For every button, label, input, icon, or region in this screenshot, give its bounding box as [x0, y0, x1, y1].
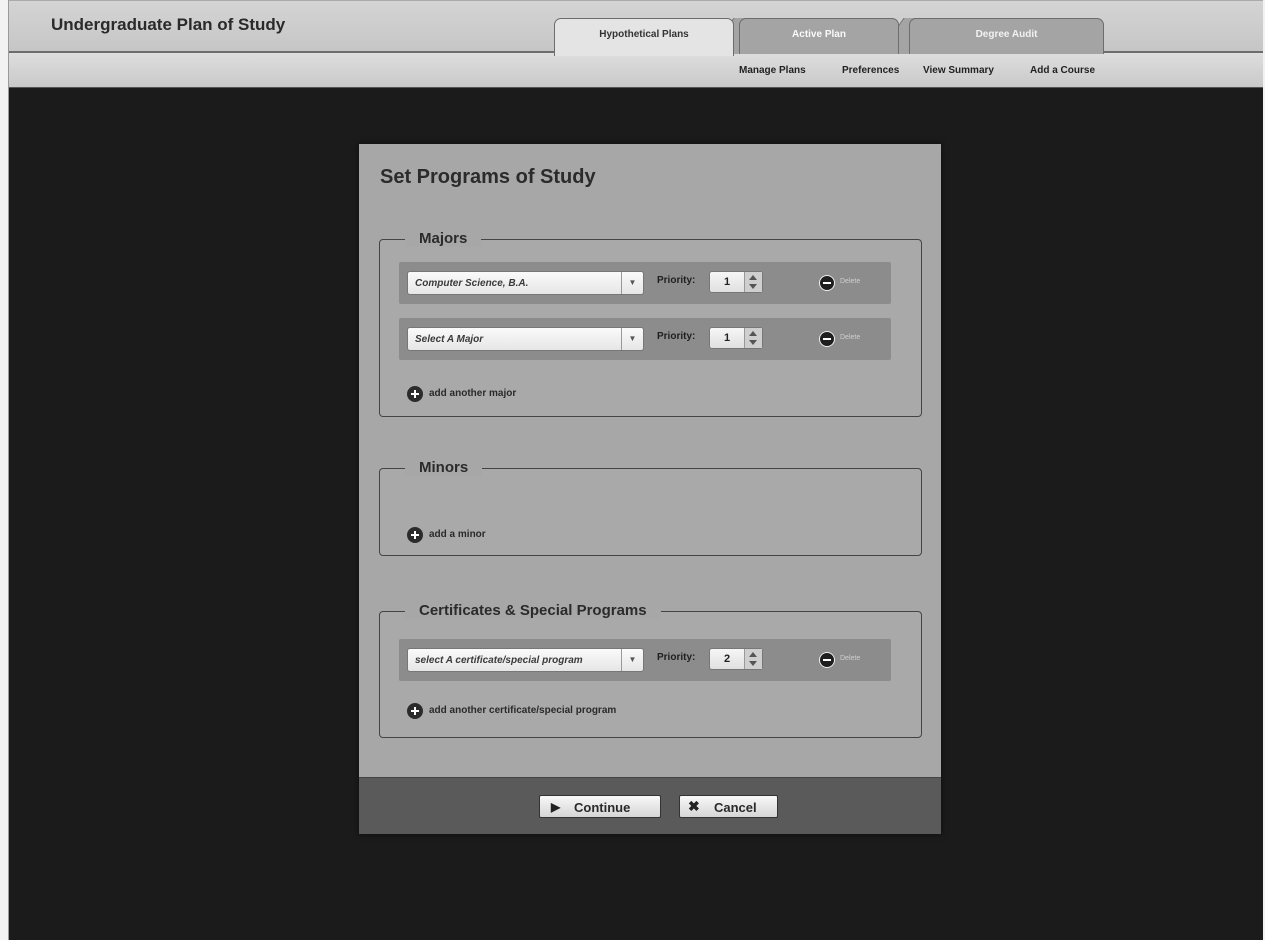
minus-circle-icon	[819, 331, 835, 347]
plus-circle-icon	[407, 703, 423, 719]
priority-value: 2	[723, 653, 731, 665]
priority-label: Priority:	[657, 275, 696, 286]
app-title: Undergraduate Plan of Study	[51, 15, 286, 34]
select-value: Computer Science, B.A.	[415, 278, 529, 289]
stepper-arrows-icon[interactable]	[744, 649, 762, 669]
stepper-arrows-icon[interactable]	[744, 328, 762, 348]
minus-circle-icon	[819, 652, 835, 668]
continue-button[interactable]: ▶ Continue	[539, 795, 661, 818]
priority-value: 1	[723, 332, 731, 344]
subnav-add-course[interactable]: Add a Course	[1030, 65, 1095, 76]
tab-label: Active Plan	[792, 29, 846, 40]
header: Undergraduate Plan of Study Hypothetical…	[9, 0, 1263, 56]
chevron-down-icon: ▼	[621, 649, 643, 671]
programs-dialog: Set Programs of Study Majors Computer Sc…	[359, 144, 941, 834]
x-icon: ✖	[688, 798, 700, 814]
tab-label: Hypothetical Plans	[599, 29, 689, 40]
major-select[interactable]: Select A Major ▼	[407, 327, 644, 351]
subnav-view-summary[interactable]: View Summary	[923, 65, 994, 76]
majors-legend: Majors	[405, 230, 482, 247]
cancel-button[interactable]: ✖ Cancel	[679, 795, 778, 818]
plus-circle-icon	[407, 527, 423, 543]
certificate-select[interactable]: select A certificate/special program ▼	[407, 648, 644, 672]
priority-value: 1	[723, 276, 731, 288]
delete-label: Delete	[840, 334, 861, 341]
tab-hypothetical-plans[interactable]: Hypothetical Plans	[554, 18, 734, 56]
subnav-manage-plans[interactable]: Manage Plans	[739, 65, 806, 76]
delete-label: Delete	[840, 278, 861, 285]
certificates-legend: Certificates & Special Programs	[405, 602, 661, 619]
certificate-row: select A certificate/special program ▼ P…	[399, 639, 891, 681]
plus-circle-icon	[407, 386, 423, 402]
major-row: Select A Major ▼ Priority: 1 Delete	[399, 318, 891, 360]
minors-group: Minors add a minor	[379, 459, 922, 556]
major-select[interactable]: Computer Science, B.A. ▼	[407, 271, 644, 295]
add-label: add another major	[429, 388, 517, 399]
tab-active-plan[interactable]: Active Plan	[739, 18, 899, 54]
delete-label: Delete	[840, 655, 861, 662]
tab-label: Degree Audit	[975, 29, 1038, 40]
priority-label: Priority:	[657, 331, 696, 342]
priority-stepper[interactable]: 2	[709, 648, 763, 670]
cancel-label: Cancel	[714, 800, 757, 815]
chevron-down-icon: ▼	[621, 272, 643, 294]
add-label: add another certificate/special program	[429, 705, 617, 716]
continue-label: Continue	[574, 800, 631, 815]
subnav-preferences[interactable]: Preferences	[842, 65, 899, 76]
priority-label: Priority:	[657, 652, 696, 663]
play-icon: ▶	[551, 800, 561, 814]
dialog-footer: ▶ Continue ✖ Cancel	[359, 777, 941, 834]
app-window: Undergraduate Plan of Study Hypothetical…	[8, 0, 1263, 940]
minus-circle-icon	[819, 275, 835, 291]
subnav: Manage Plans Preferences View Summary Ad…	[9, 53, 1263, 88]
select-value: Select A Major	[415, 334, 484, 345]
select-value: select A certificate/special program	[415, 655, 583, 666]
stepper-arrows-icon[interactable]	[744, 272, 762, 292]
majors-group: Majors Computer Science, B.A. ▼ Priority…	[379, 230, 922, 417]
dialog-title: Set Programs of Study	[380, 166, 596, 188]
major-row: Computer Science, B.A. ▼ Priority: 1 Del…	[399, 262, 891, 304]
minors-legend: Minors	[405, 459, 483, 476]
chevron-down-icon: ▼	[621, 328, 643, 350]
certificates-group: Certificates & Special Programs select A…	[379, 602, 922, 738]
priority-stepper[interactable]: 1	[709, 271, 763, 293]
add-label: add a minor	[429, 529, 486, 540]
priority-stepper[interactable]: 1	[709, 327, 763, 349]
tab-degree-audit[interactable]: Degree Audit	[909, 18, 1104, 54]
